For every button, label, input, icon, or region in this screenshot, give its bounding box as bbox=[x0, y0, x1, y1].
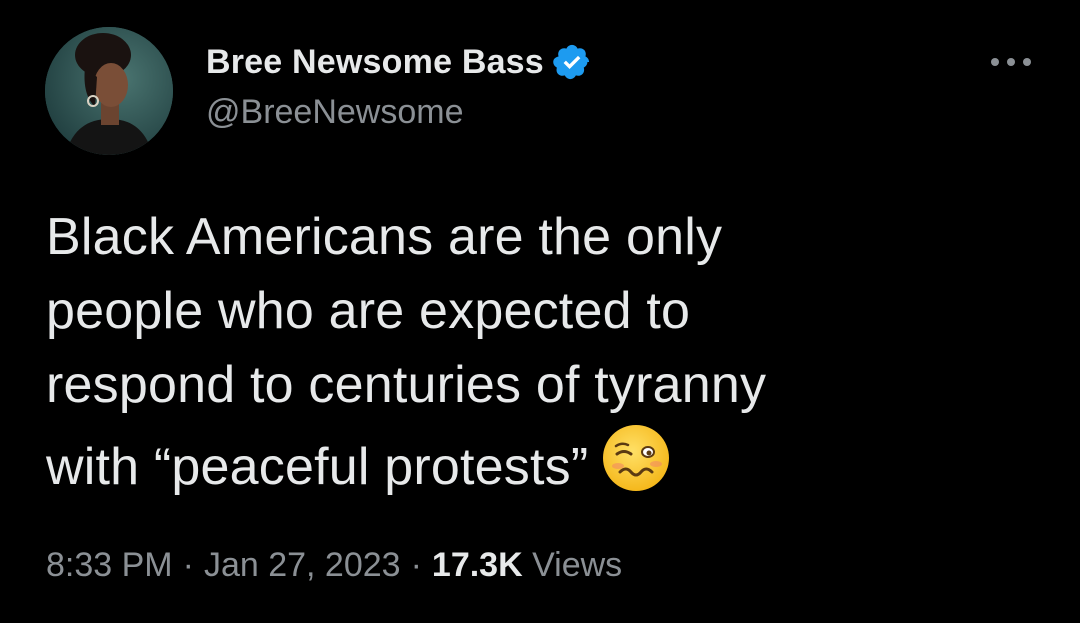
woozy-face-icon bbox=[603, 425, 670, 491]
tweet-text: Black Americans are the only people who … bbox=[46, 200, 1006, 504]
author-display-name[interactable]: Bree Newsome Bass bbox=[206, 43, 544, 82]
more-options-icon[interactable] bbox=[987, 52, 1035, 72]
tweet-time[interactable]: 8:33 PM bbox=[46, 546, 173, 584]
author-handle[interactable]: @BreeNewsome bbox=[206, 93, 464, 132]
tweet-date[interactable]: Jan 27, 2023 bbox=[204, 546, 401, 584]
tweet-meta: 8:33 PM · Jan 27, 2023 · 17.3K Views bbox=[46, 546, 622, 585]
tweet-text-line: respond to centuries of tyranny bbox=[46, 356, 767, 414]
views-label[interactable]: Views bbox=[532, 546, 622, 584]
views-count[interactable]: 17.3K bbox=[432, 546, 523, 584]
verified-badge-icon bbox=[553, 44, 589, 80]
tweet-text-line-last: with “peaceful protests” bbox=[46, 422, 1006, 504]
avatar[interactable] bbox=[45, 27, 173, 155]
tweet-card: Bree Newsome Bass @BreeNewsome Black Ame… bbox=[0, 0, 1080, 623]
tweet-text-line: with “peaceful protests” bbox=[46, 438, 589, 496]
tweet-text-line: people who are expected to bbox=[46, 282, 691, 340]
tweet-text-line: Black Americans are the only bbox=[46, 208, 723, 266]
meta-separator: · bbox=[182, 546, 194, 584]
avatar-image bbox=[45, 27, 173, 155]
author-name-row[interactable]: Bree Newsome Bass bbox=[206, 40, 592, 84]
meta-separator: · bbox=[410, 546, 422, 584]
